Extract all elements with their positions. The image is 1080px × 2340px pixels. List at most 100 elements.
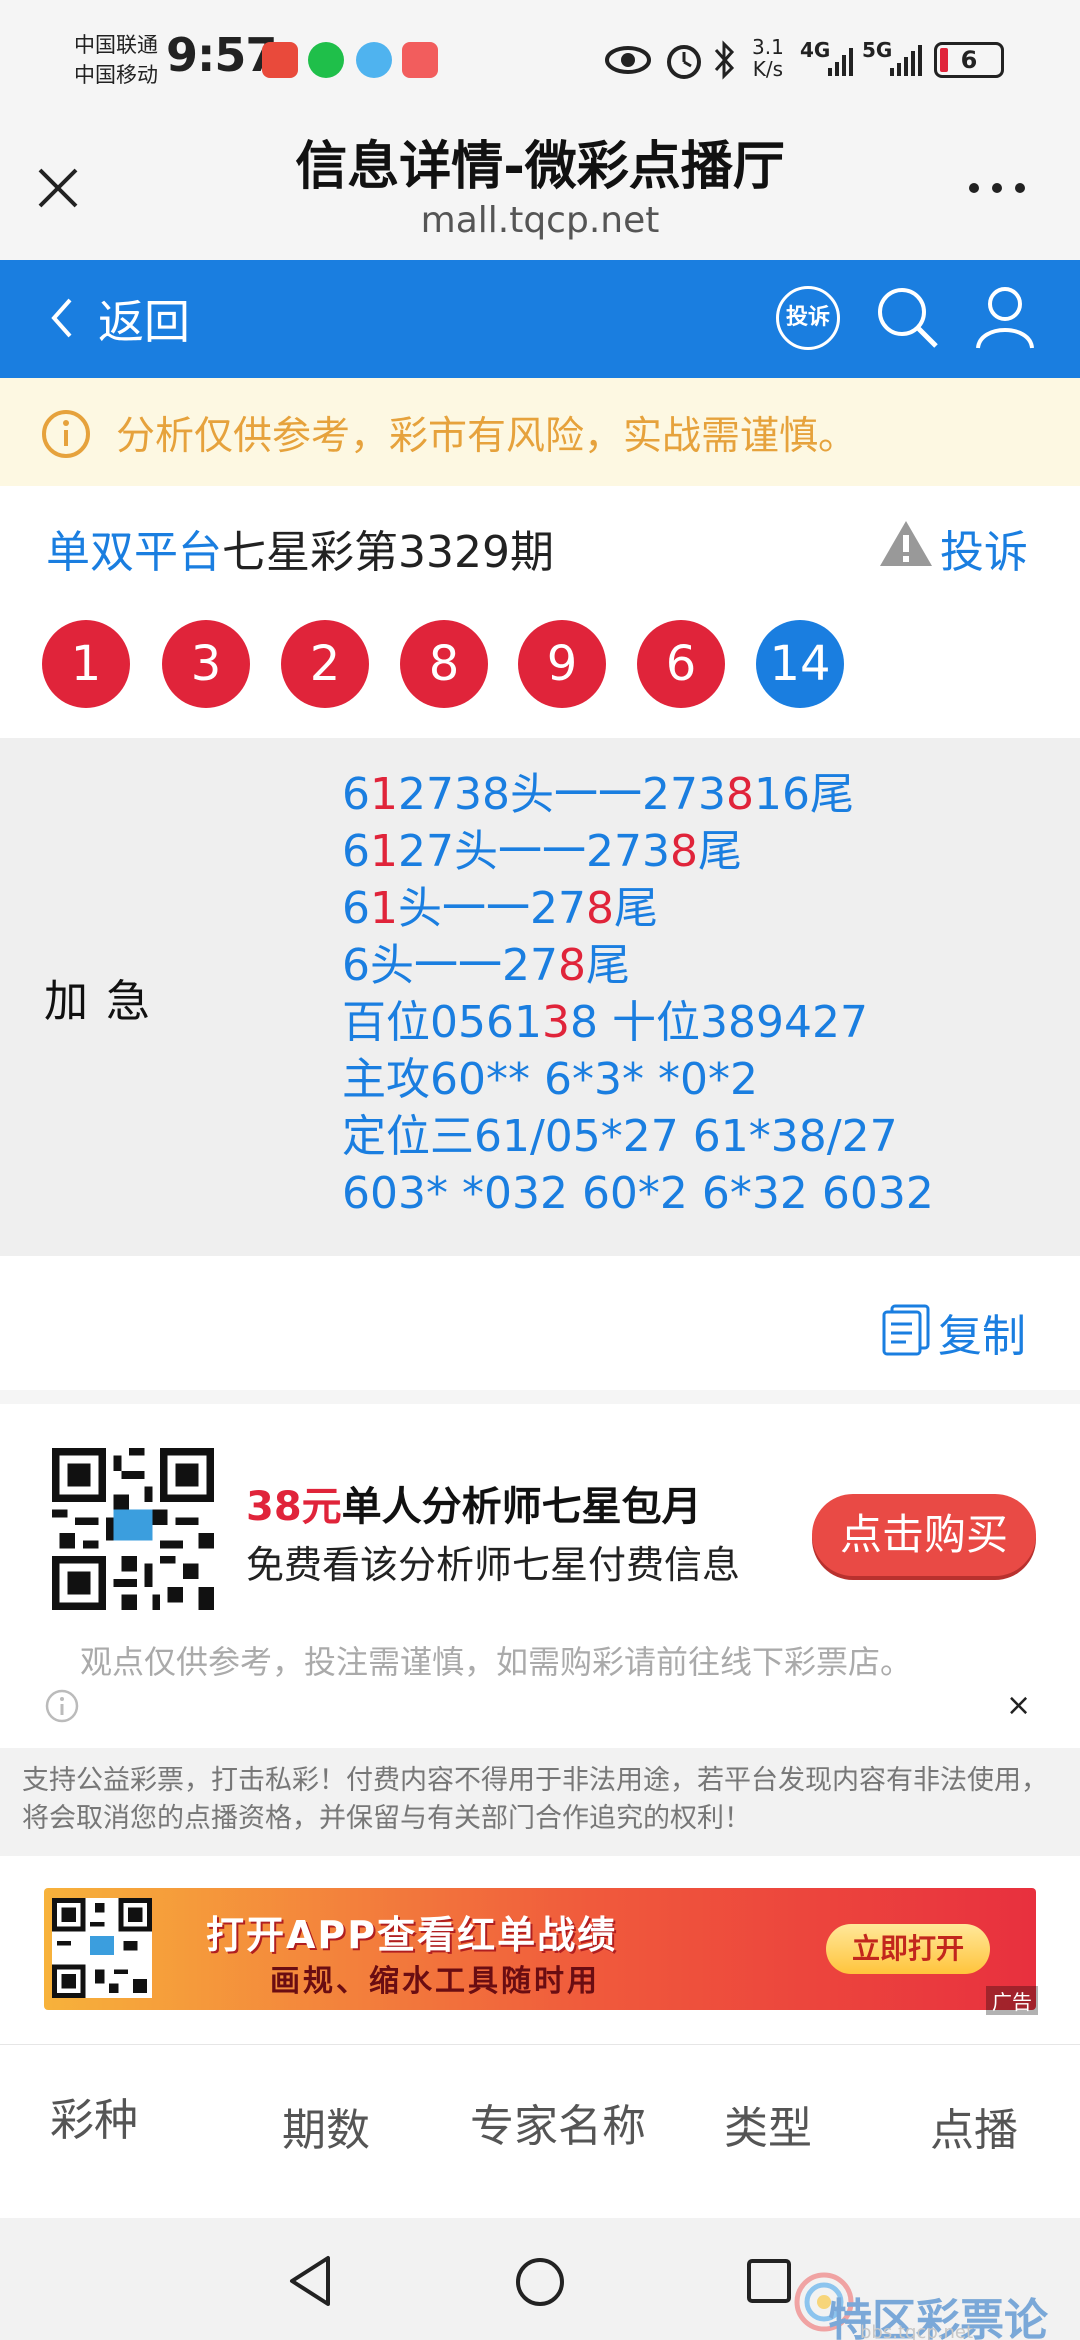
banner-subline: 画规、缩水工具随时用 <box>270 1964 600 1999</box>
alarm-icon <box>667 45 701 79</box>
line-segment: 8 十位38942 <box>569 997 840 1048</box>
line-segment: 603* *032 60*2 6*32 6032 <box>342 1168 934 1219</box>
prediction-line: 定位三61/05*27 61*38/27 <box>342 1108 934 1165</box>
promo-subtitle: 免费看该分析师七星付费信息 <box>246 1543 741 1587</box>
battery-level: 6 <box>960 46 978 74</box>
line-segment: 6 <box>342 883 370 934</box>
number-ball: 2 <box>281 620 369 708</box>
battery-icon: 6 <box>934 42 1004 78</box>
copy-button[interactable]: 复制 <box>938 1300 1026 1364</box>
qr-code <box>52 1448 214 1610</box>
highlight-digit: 1 <box>370 883 398 934</box>
line-segment: 主攻60** 6*3* *0*2 <box>342 1054 758 1105</box>
carrier-1: 中国联通 <box>74 33 158 57</box>
info-icon <box>42 410 90 458</box>
prediction-line: 612738头一一273816尾 <box>342 766 934 823</box>
notification-app-icon <box>262 42 298 78</box>
prediction-line: 6头一一278尾 <box>342 937 934 994</box>
prediction-line: 6127头一一2738尾 <box>342 823 934 880</box>
prediction-line: 61头一一278尾 <box>342 880 934 937</box>
eye-icon <box>605 46 651 74</box>
banner-headline: 打开APP查看红单战绩 <box>206 1913 618 1957</box>
signal-icon-2 <box>890 45 922 76</box>
watermark-url: bbs.tqcp.net <box>860 2322 974 2340</box>
prediction-lines: 612738头一一273816尾 6127头一一2738尾 61头一一278尾 6头一… <box>342 766 934 1222</box>
chevron-left-icon[interactable] <box>48 296 74 340</box>
line-segment: 6头一一27 <box>342 940 558 991</box>
wechat-icon <box>308 42 344 78</box>
urgent-label: 加急 <box>44 976 168 1027</box>
highlight-digit: 8 <box>725 769 754 820</box>
promo-title-text: 单人分析师七星包月 <box>341 1484 702 1530</box>
note-info-icon <box>45 1689 79 1723</box>
section-divider <box>0 1390 1080 1404</box>
number-ball: 1 <box>42 620 130 708</box>
line-segment: 7 <box>839 997 868 1048</box>
line-segment: 6 <box>342 826 370 877</box>
net-speed: 3.1 K/s <box>752 36 784 80</box>
nav-home-icon[interactable] <box>514 2256 566 2308</box>
highlight-digit: 8 <box>669 826 698 877</box>
highlight-digit: 1 <box>370 769 398 820</box>
number-ball: 14 <box>756 620 844 708</box>
number-ball: 9 <box>518 620 606 708</box>
highlight-digit: 8 <box>557 940 586 991</box>
number-ball: 8 <box>400 620 488 708</box>
line-segment: 6 <box>342 769 370 820</box>
line-segment: 2738头一一273 <box>398 769 726 820</box>
col-lottery-type[interactable]: 彩种 <box>50 2084 138 2148</box>
line-segment: 尾 <box>585 940 630 991</box>
line-segment: 尾 <box>697 826 742 877</box>
carrier-2: 中国移动 <box>74 63 158 87</box>
close-note-button[interactable]: × <box>1006 1688 1031 1723</box>
complain-nav-button[interactable]: 投诉 <box>776 286 840 350</box>
prediction-line: 主攻60** 6*3* *0*2 <box>342 1051 934 1108</box>
browser-app-icon <box>356 42 392 78</box>
copy-icon[interactable] <box>880 1302 932 1356</box>
signal-icon-1 <box>828 48 853 76</box>
page-title: 信息详情-微彩点播厅 <box>295 137 785 197</box>
risk-warning-text: 分析仅供参考，彩市有风险，实战需谨慎。 <box>116 414 858 459</box>
nav-back-icon[interactable] <box>286 2254 334 2308</box>
promo-price: 38元 <box>246 1484 342 1530</box>
net-speed-unit: K/s <box>752 57 784 81</box>
prediction-line: 603* *032 60*2 6*32 6032 <box>342 1165 934 1222</box>
highlight-digit: 1 <box>370 826 398 877</box>
search-icon[interactable] <box>874 284 942 352</box>
number-ball: 3 <box>162 620 250 708</box>
line-segment: 定位三61/05*27 61*38/27 <box>342 1111 898 1162</box>
issue-title: 七星彩第3329期 <box>222 527 554 578</box>
highlight-digit: 8 <box>586 883 614 934</box>
buy-button[interactable]: 点击购买 <box>812 1494 1036 1576</box>
promo-title: 38元单人分析师七星包月 <box>246 1474 702 1532</box>
more-icon[interactable] <box>966 180 1028 196</box>
page-domain: mall.tqcp.net <box>420 200 660 241</box>
complain-link[interactable]: 投诉 <box>940 516 1028 580</box>
banner-qr-code <box>52 1898 152 1998</box>
line-segment: 16尾 <box>753 769 854 820</box>
mall-app-icon <box>402 42 438 78</box>
carrier-info: 中国联通 中国移动 <box>74 30 158 90</box>
col-play[interactable]: 点播 <box>930 2094 1018 2158</box>
line-segment: 头一一27 <box>398 883 586 934</box>
disclaimer-text: 支持公益彩票，打击私彩！付费内容不得用于非法用途，若平台发现内容有非法使用，将会… <box>22 1765 1048 1834</box>
col-type[interactable]: 类型 <box>724 2092 812 2156</box>
highlight-digit: 3 <box>541 997 570 1048</box>
ad-label: 广告 <box>986 1986 1038 2015</box>
nav-recents-icon[interactable] <box>746 2258 792 2304</box>
number-ball: 6 <box>637 620 725 708</box>
col-issue[interactable]: 期数 <box>282 2094 370 2158</box>
clock: 9:57 <box>166 28 277 82</box>
purchase-note: 观点仅供参考，投注需谨慎，如需购彩请前往线下彩票店。 <box>80 1643 913 1681</box>
line-segment: 百位0561 <box>342 997 542 1048</box>
line-segment: 尾 <box>614 883 658 934</box>
col-expert-name[interactable]: 专家名称 <box>470 2090 646 2154</box>
user-icon[interactable] <box>974 284 1036 352</box>
back-button[interactable]: 返回 <box>98 286 190 352</box>
open-app-button[interactable]: 立即打开 <box>826 1924 990 1974</box>
warning-triangle-icon[interactable] <box>878 518 934 568</box>
prediction-line: 百位056138 十位389427 <box>342 994 934 1051</box>
bluetooth-icon <box>714 40 735 80</box>
line-segment: 27头一一273 <box>398 826 670 877</box>
platform-name[interactable]: 单双平台 <box>46 527 222 578</box>
